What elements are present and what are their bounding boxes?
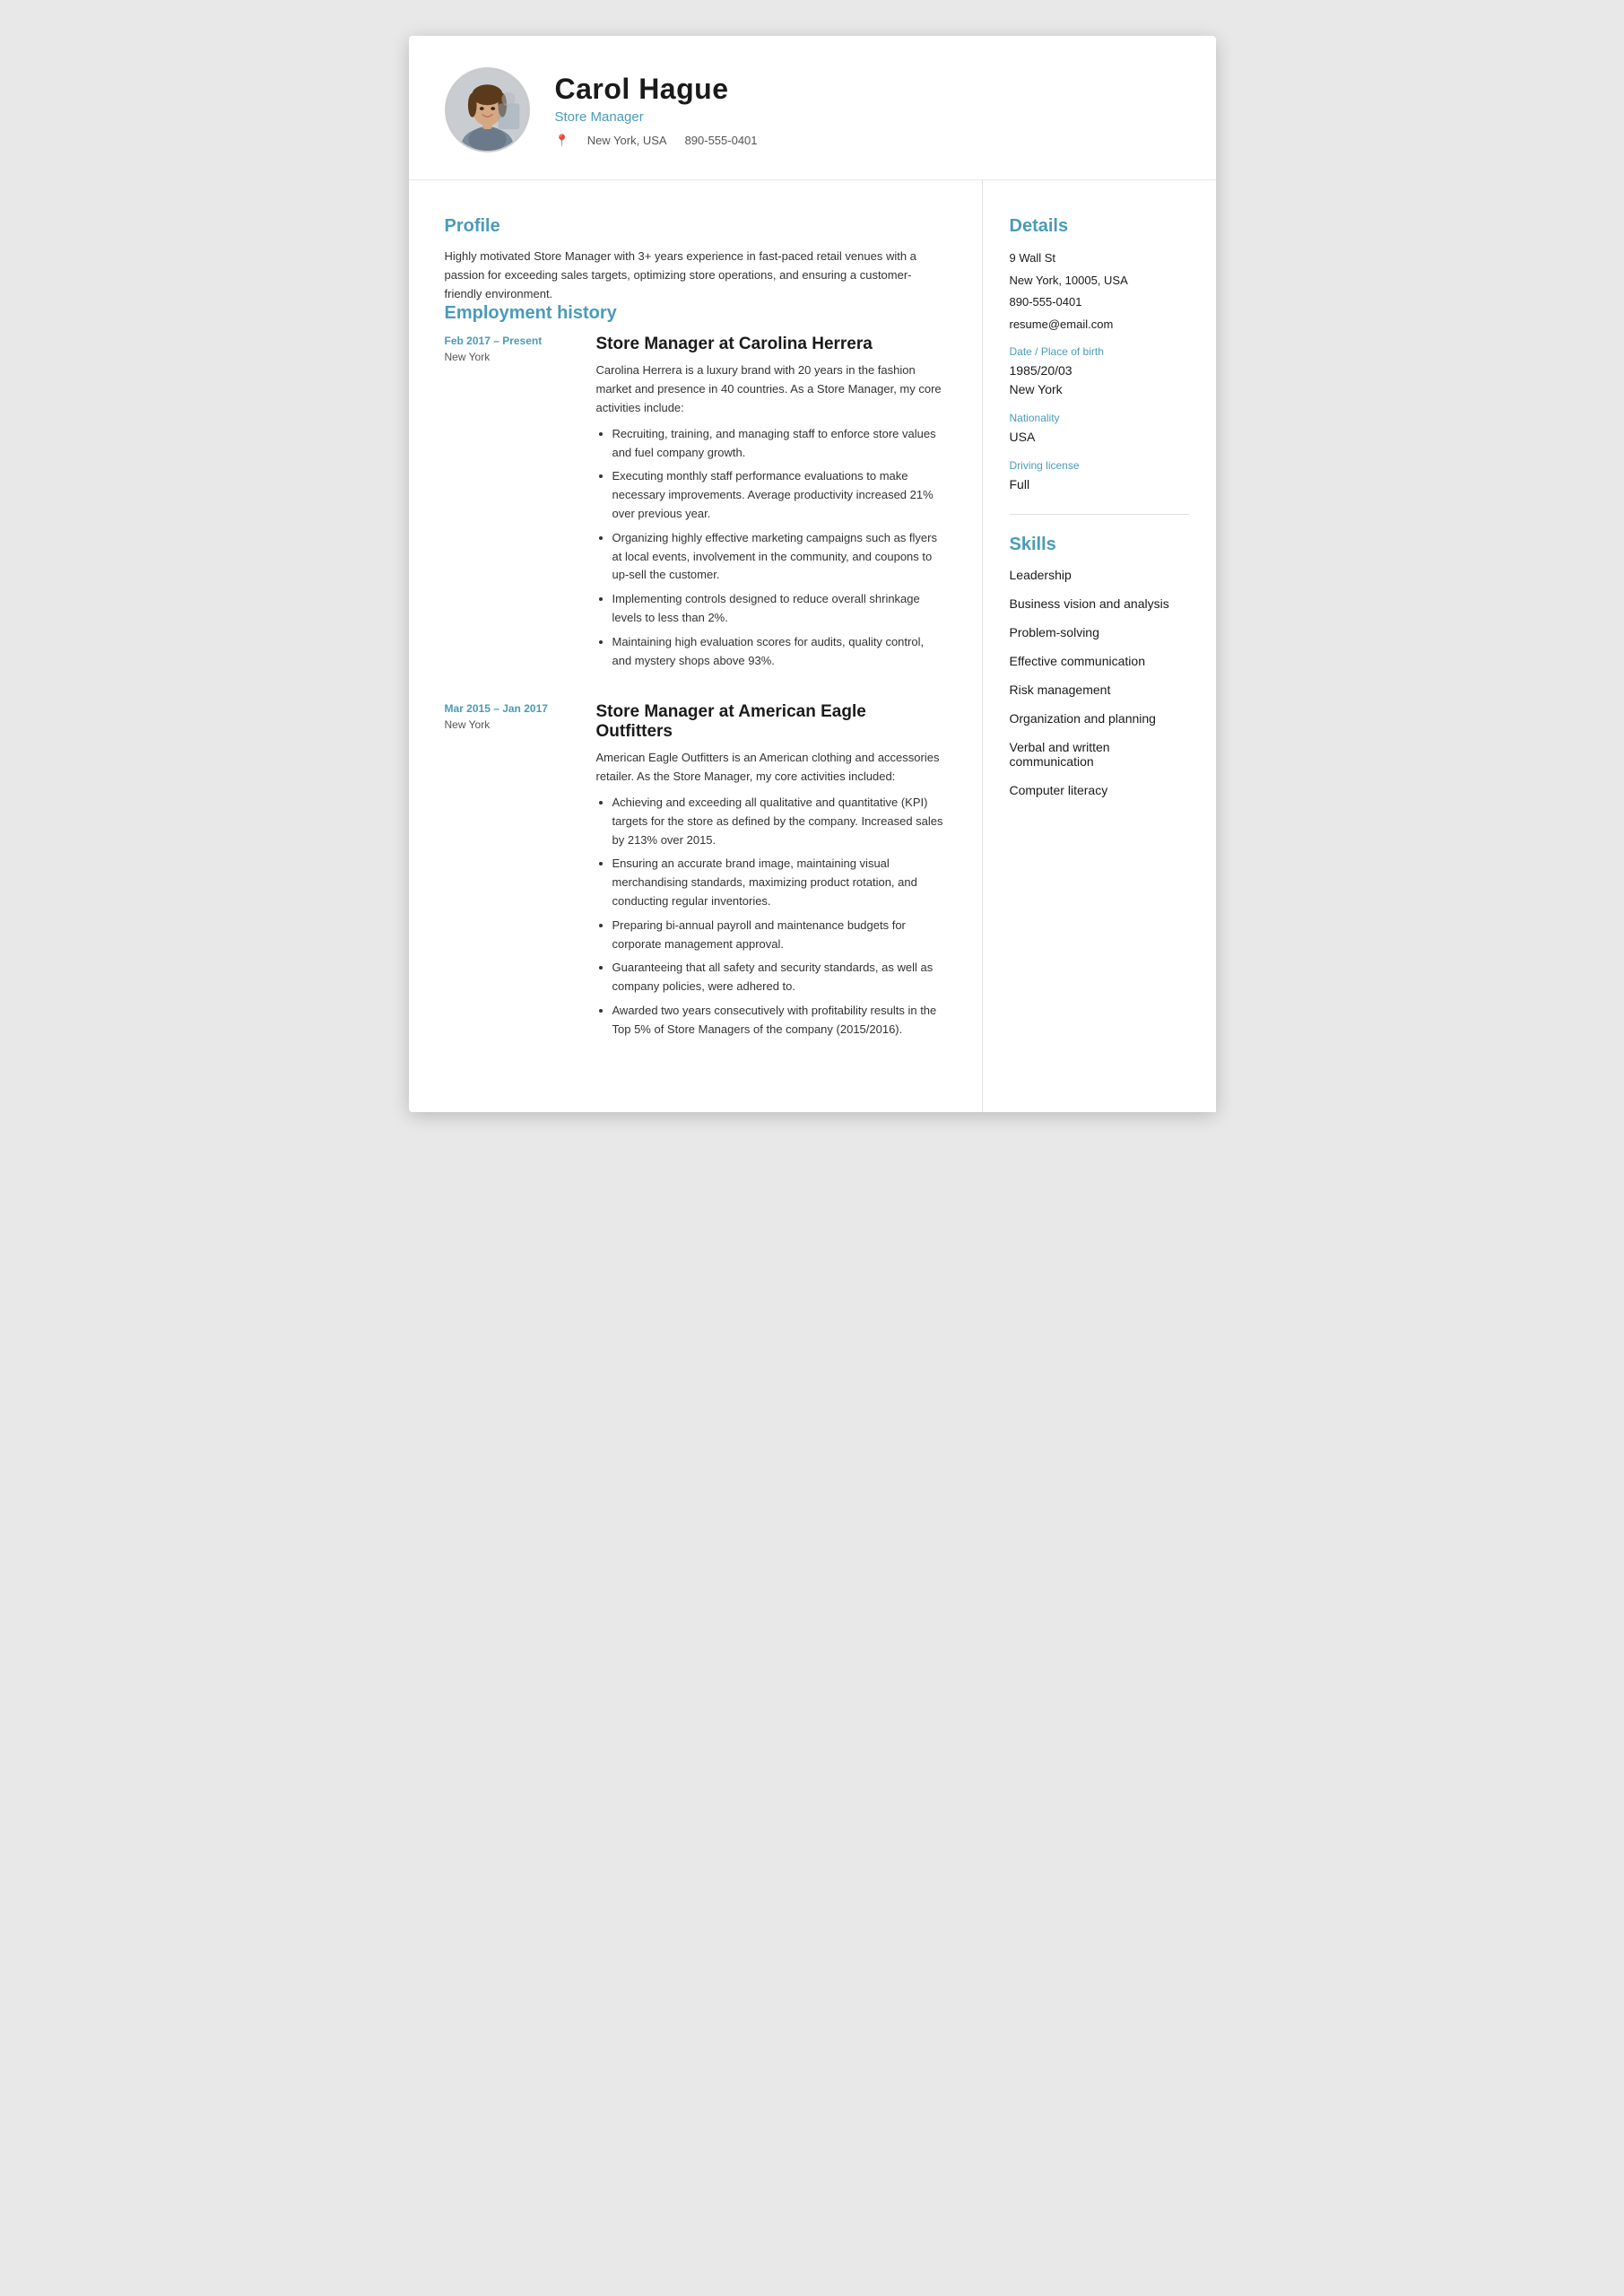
bullet-item: Organizing highly effective marketing ca… (612, 529, 946, 585)
location-icon: 📍 (555, 134, 569, 148)
sidebar-address1: 9 Wall St (1010, 249, 1189, 267)
dob-label: Date / Place of birth (1010, 345, 1189, 358)
dob-value: 1985/20/03 New York (1010, 361, 1189, 399)
sidebar-divider (1010, 514, 1189, 515)
employment-entry-1: Feb 2017 – Present New York Store Manage… (445, 335, 946, 675)
candidate-name: Carol Hague (555, 73, 758, 106)
nationality-label: Nationality (1010, 412, 1189, 424)
skill-item-2: Problem-solving (1010, 625, 1189, 639)
skill-item-4: Risk management (1010, 683, 1189, 697)
bullet-item: Achieving and exceeding all qualitative … (612, 794, 946, 849)
employment-entry-2: Mar 2015 – Jan 2017 New York Store Manag… (445, 702, 946, 1044)
sidebar-email: resume@email.com (1010, 316, 1189, 334)
bullet-item: Guaranteeing that all safety and securit… (612, 959, 946, 996)
entry-content-2: Store Manager at American Eagle Outfitte… (596, 702, 946, 1044)
driving-label: Driving license (1010, 459, 1189, 472)
sidebar-column: Details 9 Wall St New York, 10005, USA 8… (983, 180, 1216, 1112)
profile-title: Profile (445, 216, 946, 237)
profile-text: Highly motivated Store Manager with 3+ y… (445, 248, 946, 303)
resume-document: Carol Hague Store Manager 📍 New York, US… (409, 36, 1216, 1112)
entry-job-title-2: Store Manager at American Eagle Outfitte… (596, 702, 946, 742)
main-column: Profile Highly motivated Store Manager w… (409, 180, 983, 1112)
avatar (445, 67, 530, 152)
entry-date-col-1: Feb 2017 – Present New York (445, 335, 575, 675)
entry-date-1: Feb 2017 – Present (445, 335, 575, 347)
entry-description-1: Carolina Herrera is a luxury brand with … (596, 361, 946, 417)
header-location: New York, USA (587, 134, 667, 147)
nationality-value: USA (1010, 428, 1189, 447)
bullet-item: Maintaining high evaluation scores for a… (612, 633, 946, 671)
driving-value: Full (1010, 475, 1189, 494)
entry-bullets-2: Achieving and exceeding all qualitative … (596, 794, 946, 1039)
skill-item-5: Organization and planning (1010, 711, 1189, 726)
candidate-title: Store Manager (555, 109, 758, 125)
bullet-item: Executing monthly staff performance eval… (612, 467, 946, 523)
skill-item-0: Leadership (1010, 568, 1189, 582)
entry-description-2: American Eagle Outfitters is an American… (596, 749, 946, 787)
bullet-item: Recruiting, training, and managing staff… (612, 425, 946, 463)
entry-date-col-2: Mar 2015 – Jan 2017 New York (445, 702, 575, 1044)
employment-title: Employment history (445, 303, 946, 324)
profile-section: Profile Highly motivated Store Manager w… (445, 216, 946, 303)
skill-item-6: Verbal and written communication (1010, 740, 1189, 769)
bullet-item: Preparing bi-annual payroll and maintena… (612, 917, 946, 954)
skill-item-7: Computer literacy (1010, 783, 1189, 797)
skills-title: Skills (1010, 535, 1189, 555)
skill-item-1: Business vision and analysis (1010, 596, 1189, 611)
header-contact: 📍 New York, USA 890-555-0401 (555, 134, 758, 148)
sidebar-address2: New York, 10005, USA (1010, 272, 1189, 290)
entry-date-2: Mar 2015 – Jan 2017 (445, 702, 575, 715)
bullet-item: Awarded two years consecutively with pro… (612, 1002, 946, 1039)
entry-location-1: New York (445, 351, 575, 363)
entry-location-2: New York (445, 718, 575, 731)
header-section: Carol Hague Store Manager 📍 New York, US… (409, 36, 1216, 180)
header-phone: 890-555-0401 (685, 134, 758, 147)
bullet-item: Implementing controls designed to reduce… (612, 590, 946, 628)
header-info: Carol Hague Store Manager 📍 New York, US… (555, 73, 758, 148)
resume-body: Profile Highly motivated Store Manager w… (409, 180, 1216, 1112)
sidebar-phone: 890-555-0401 (1010, 293, 1189, 311)
entry-bullets-1: Recruiting, training, and managing staff… (596, 425, 946, 671)
entry-content-1: Store Manager at Carolina Herrera Caroli… (596, 335, 946, 675)
bullet-item: Ensuring an accurate brand image, mainta… (612, 855, 946, 910)
skill-item-3: Effective communication (1010, 654, 1189, 668)
employment-section: Employment history Feb 2017 – Present Ne… (445, 303, 946, 1044)
details-title: Details (1010, 216, 1189, 237)
entry-job-title-1: Store Manager at Carolina Herrera (596, 335, 946, 354)
